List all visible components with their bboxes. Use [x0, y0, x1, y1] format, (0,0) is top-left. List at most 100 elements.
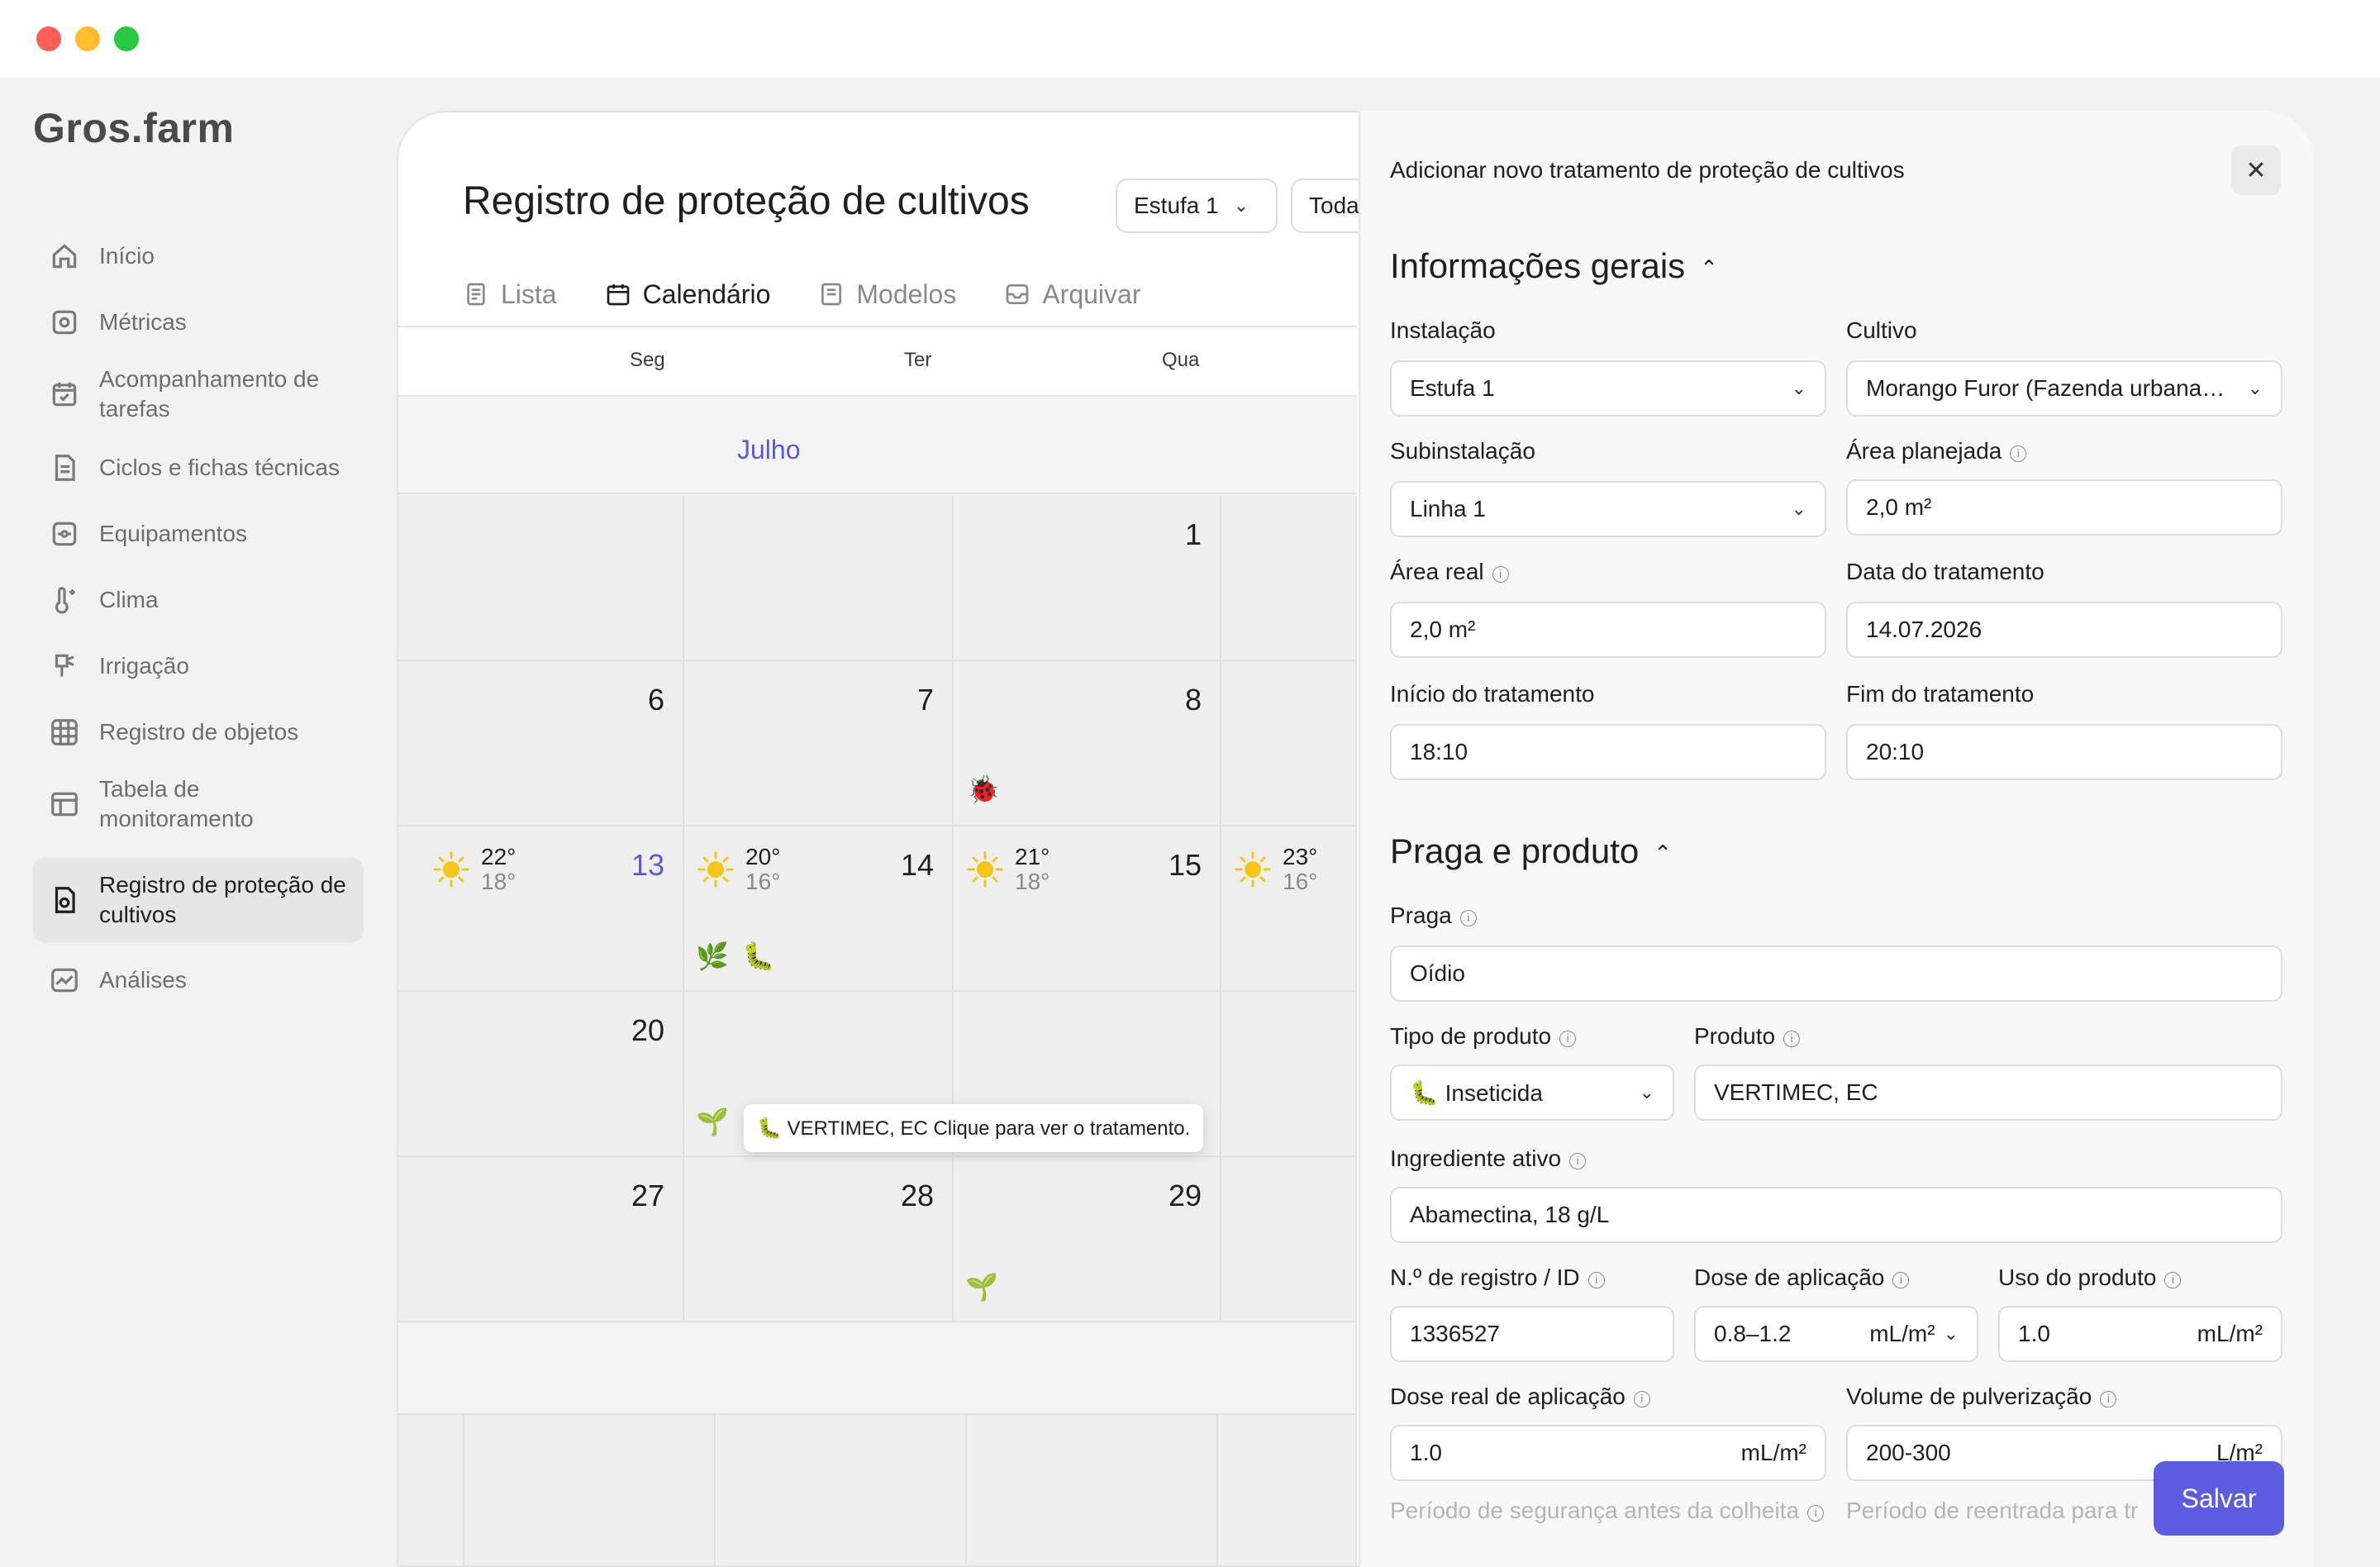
pest-value: Oídio — [1410, 960, 1465, 986]
seedling-icon[interactable]: 🌱 — [696, 1107, 729, 1136]
calendar-day-cell[interactable] — [1221, 496, 1357, 661]
dose-unit-select[interactable]: mL/m² — [1869, 1321, 1935, 1347]
info-icon[interactable]: i — [1633, 1391, 1650, 1407]
calendar-day-cell[interactable] — [967, 1415, 1218, 1565]
drawer-title: Adicionar novo tratamento de proteção de… — [1390, 157, 1905, 183]
caterpillar-icon[interactable]: 🐛 — [742, 942, 775, 970]
actual-dose-value: 1.0 — [1410, 1440, 1442, 1465]
info-icon[interactable]: i — [2164, 1272, 2182, 1288]
product-input[interactable]: VERTIMEC, EC — [1694, 1065, 2282, 1121]
calendar-day-cell[interactable]: 20 — [398, 992, 684, 1157]
calendar-day-cell[interactable]: 8 🐞 — [954, 661, 1221, 826]
sidebar-item-label: Acompanhamento de tarefas — [99, 366, 320, 422]
temp-low: 18° — [481, 869, 516, 894]
calendar-day-cell[interactable]: 29 🌱 — [954, 1157, 1221, 1322]
sidebar-item-objetos[interactable]: Registro de objetos — [33, 703, 364, 762]
sidebar-item-analises[interactable]: Análises — [33, 950, 364, 1010]
pest-input[interactable]: Oídio — [1390, 945, 2282, 1002]
sidebar-item-label: Equipamentos — [99, 521, 248, 546]
day-number: 27 — [631, 1179, 664, 1212]
chevron-down-icon: ⌄ — [1233, 195, 1250, 216]
calendar-day-cell[interactable] — [1218, 1415, 1357, 1565]
sidebar-item-monitoramento[interactable]: Tabela de monitoramento — [33, 767, 364, 841]
section-general[interactable]: Informações gerais ⌃ — [1390, 246, 1718, 286]
info-icon[interactable]: i — [1892, 1272, 1910, 1288]
maximize-window-button[interactable] — [114, 26, 139, 51]
subfacility-select[interactable]: Linha 1 ⌄ — [1390, 481, 1826, 537]
calendar-day-cell[interactable]: 23° 16° — [1221, 826, 1357, 992]
info-icon[interactable]: i — [1459, 910, 1477, 926]
herb-icon[interactable]: 🌿 — [696, 942, 729, 970]
info-icon[interactable]: i — [2100, 1391, 2117, 1407]
weekday-label: Seg — [630, 349, 665, 371]
calendar-day-cell[interactable] — [1221, 992, 1357, 1157]
calendar-day-cell[interactable] — [1221, 661, 1357, 826]
sidebar-item-ciclos[interactable]: Ciclos e fichas técnicas — [33, 438, 364, 498]
seedling-icon[interactable]: 🌱 — [965, 1273, 998, 1301]
start-time-input[interactable]: 18:10 — [1390, 724, 1826, 780]
crop-select[interactable]: Morango Furor (Fazenda urbana… ⌄ — [1846, 360, 2282, 417]
calendar-day-cell[interactable]: 21° 18° 15 — [954, 826, 1221, 992]
treatment-date-input[interactable]: 14.07.2026 — [1846, 602, 2282, 658]
sidebar-item-protecao[interactable]: Registro de proteção de cultivos — [33, 858, 364, 942]
planned-area-input[interactable]: 2,0 m² — [1846, 479, 2282, 536]
sidebar-item-irrigacao[interactable]: Irrigação — [33, 636, 364, 696]
facility-select[interactable]: Estufa 1 ⌄ — [1390, 360, 1826, 417]
info-icon[interactable]: i — [1783, 1031, 1801, 1047]
actual-area-input[interactable]: 2,0 m² — [1390, 602, 1826, 658]
tab-modelos[interactable]: Modelos — [818, 269, 956, 319]
info-icon[interactable]: i — [2010, 445, 2027, 462]
calendar-day-cell[interactable]: 7 — [684, 661, 954, 826]
minimize-window-button[interactable] — [75, 26, 100, 51]
planned-area-value: 2,0 m² — [1866, 494, 1932, 520]
calendar-day-cell[interactable]: 28 — [684, 1157, 954, 1322]
ladybug-icon[interactable]: 🐞 — [967, 775, 1000, 803]
calendar-day-cell[interactable] — [464, 1415, 716, 1565]
info-icon[interactable]: i — [1569, 1153, 1587, 1169]
field-label: Subinstalação — [1390, 438, 1535, 464]
section-pest-product[interactable]: Praga e produto ⌃ — [1390, 831, 1672, 871]
calendar-day-cell[interactable] — [398, 496, 684, 661]
sidebar-item-tarefas[interactable]: Acompanhamento de tarefas — [33, 357, 364, 431]
close-window-button[interactable] — [36, 26, 61, 51]
field-label: Praga i — [1390, 903, 1477, 929]
sidebar-item-equipamentos[interactable]: Equipamentos — [33, 504, 364, 564]
info-icon[interactable]: i — [1492, 566, 1509, 583]
tab-label: Calendário — [642, 279, 771, 309]
application-dose-input[interactable]: 0.8–1.2 mL/m² ⌄ — [1694, 1306, 1978, 1362]
calendar-day-cell[interactable]: 27 — [398, 1157, 684, 1322]
calendar-day-cell[interactable] — [716, 1415, 967, 1565]
calendar-day-cell[interactable] — [1221, 1157, 1357, 1322]
calendar-day-cell[interactable]: 6 — [398, 661, 684, 826]
save-button[interactable]: Salvar — [2154, 1461, 2284, 1536]
calendar-day-cell[interactable]: 22° 18° 13 — [398, 826, 684, 992]
sidebar-item-clima[interactable]: Clima — [33, 570, 364, 630]
product-usage-input[interactable]: 1.0 mL/m² — [1998, 1306, 2282, 1362]
calendar-day-cell[interactable]: 1 — [954, 496, 1221, 661]
end-time-input[interactable]: 20:10 — [1846, 724, 2282, 780]
close-drawer-button[interactable]: ✕ — [2231, 145, 2281, 195]
facility-select[interactable]: Estufa 1 ⌄ — [1116, 179, 1278, 233]
treatment-tooltip[interactable]: 🐛 VERTIMEC, EC Clique para ver o tratame… — [744, 1104, 1204, 1152]
registration-id-input[interactable]: 1336527 — [1390, 1306, 1674, 1362]
info-icon[interactable]: i — [1587, 1272, 1605, 1288]
info-icon[interactable]: i — [1807, 1505, 1825, 1522]
calendar-day-cell[interactable] — [398, 1415, 464, 1565]
info-icon[interactable]: i — [1559, 1031, 1577, 1047]
app-logo[interactable]: Gros.farm — [33, 104, 234, 152]
tab-lista[interactable]: Lista — [463, 269, 557, 319]
sidebar-item-inicio[interactable]: Início — [33, 226, 364, 286]
calendar-day-cell[interactable] — [684, 496, 954, 661]
active-ingredient-input[interactable]: Abamectina, 18 g/L — [1390, 1187, 2282, 1243]
chevron-up-icon: ⌃ — [1654, 841, 1673, 866]
product-type-select[interactable]: 🐛 Inseticida ⌄ — [1390, 1065, 1674, 1121]
day-number: 28 — [900, 1179, 934, 1212]
home-icon — [48, 240, 81, 273]
tab-calendario[interactable]: Calendário — [604, 269, 771, 329]
field-label: Instalação — [1390, 317, 1496, 343]
calendar-day-cell[interactable]: 20° 16° 14 🌿 🐛 — [684, 826, 954, 992]
usage-unit: mL/m² — [2197, 1321, 2263, 1346]
tab-arquivar[interactable]: Arquivar — [1004, 269, 1140, 319]
sidebar-item-metricas[interactable]: Métricas — [33, 293, 364, 352]
actual-dose-input[interactable]: 1.0 mL/m² — [1390, 1425, 1826, 1481]
